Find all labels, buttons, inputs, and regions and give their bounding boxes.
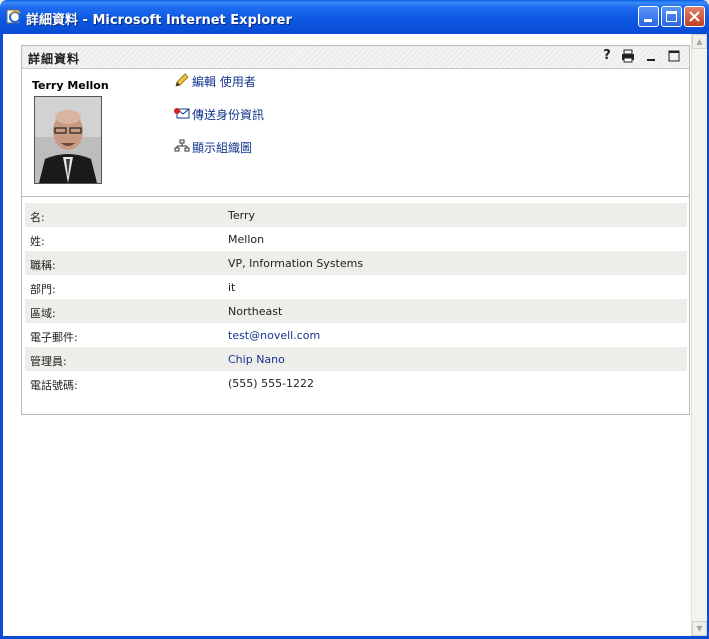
browser-content: 詳細資料 ? Terry Mellon 編輯 使用者 傳送身份資訊 顯示組織圖 … [3, 34, 691, 636]
scroll-up-arrow[interactable]: ▲ [692, 34, 707, 49]
edit-user-link[interactable]: 編輯 使用者 [174, 73, 256, 90]
org-chart-link[interactable]: 顯示組織圖 [174, 139, 252, 156]
detail-label: 姓: [30, 235, 45, 248]
detail-row-phone: 電話號碼: (555) 555-1222 [25, 371, 687, 395]
window-titlebar[interactable]: 詳細資料 - Microsoft Internet Explorer [0, 0, 709, 34]
details-portlet: 詳細資料 ? Terry Mellon 編輯 使用者 傳送身份資訊 顯示組織圖 … [21, 45, 690, 415]
portlet-header: 詳細資料 ? [22, 46, 689, 69]
envelope-icon [174, 108, 190, 119]
detail-value: Terry [228, 209, 255, 222]
detail-label: 電話號碼: [30, 379, 78, 392]
detail-row-first-name: 名: Terry [25, 203, 687, 227]
edit-user-label: 編輯 使用者 [192, 75, 256, 89]
send-identity-link[interactable]: 傳送身份資訊 [174, 106, 264, 123]
window-maximize-button[interactable] [661, 6, 682, 27]
pencil-icon [175, 73, 189, 87]
window-minimize-button[interactable] [638, 6, 659, 27]
detail-label: 名: [30, 211, 45, 224]
org-chart-label: 顯示組織圖 [192, 141, 253, 155]
maximize-icon[interactable] [667, 49, 681, 63]
minimize-icon[interactable] [644, 49, 658, 63]
details-table: 名: Terry 姓: Mellon 職稱: VP, Information S… [25, 203, 687, 395]
ie-icon [6, 9, 21, 24]
detail-row-manager: 管理員: Chip Nano [25, 347, 687, 371]
detail-row-region: 區域: Northeast [25, 299, 687, 323]
detail-label: 電子郵件: [30, 331, 78, 344]
detail-value: Mellon [228, 233, 265, 246]
send-identity-label: 傳送身份資訊 [192, 108, 265, 122]
detail-row-email: 電子郵件: test@novell.com [25, 323, 687, 347]
detail-row-department: 部門: it [25, 275, 687, 299]
manager-link[interactable]: Chip Nano [228, 353, 285, 366]
detail-row-title: 職稱: VP, Information Systems [25, 251, 687, 275]
org-chart-icon [174, 139, 190, 152]
user-name: Terry Mellon [32, 79, 109, 92]
detail-row-last-name: 姓: Mellon [25, 227, 687, 251]
detail-label: 職稱: [30, 259, 56, 272]
window-close-button[interactable] [684, 6, 705, 27]
print-icon[interactable] [621, 49, 635, 63]
user-photo [34, 96, 102, 184]
detail-value: Northeast [228, 305, 283, 318]
vertical-scrollbar[interactable]: ▲ ▼ [691, 34, 707, 636]
email-link[interactable]: test@novell.com [228, 329, 320, 342]
portlet-body: Terry Mellon 編輯 使用者 傳送身份資訊 顯示組織圖 名: Terr… [22, 69, 689, 414]
detail-value: (555) 555-1222 [228, 377, 315, 390]
help-icon[interactable]: ? [600, 49, 614, 63]
detail-value: it [228, 281, 236, 294]
detail-label: 區域: [30, 307, 56, 320]
detail-label: 管理員: [30, 355, 67, 368]
portlet-title: 詳細資料 [28, 52, 81, 66]
scroll-down-arrow[interactable]: ▼ [692, 621, 707, 636]
close-icon [689, 11, 700, 22]
detail-label: 部門: [30, 283, 56, 296]
section-divider [22, 196, 689, 197]
window-frame: 詳細資料 ? Terry Mellon 編輯 使用者 傳送身份資訊 顯示組織圖 … [0, 34, 709, 639]
window-title: 詳細資料 - Microsoft Internet Explorer [26, 13, 292, 28]
detail-value: VP, Information Systems [228, 257, 364, 270]
